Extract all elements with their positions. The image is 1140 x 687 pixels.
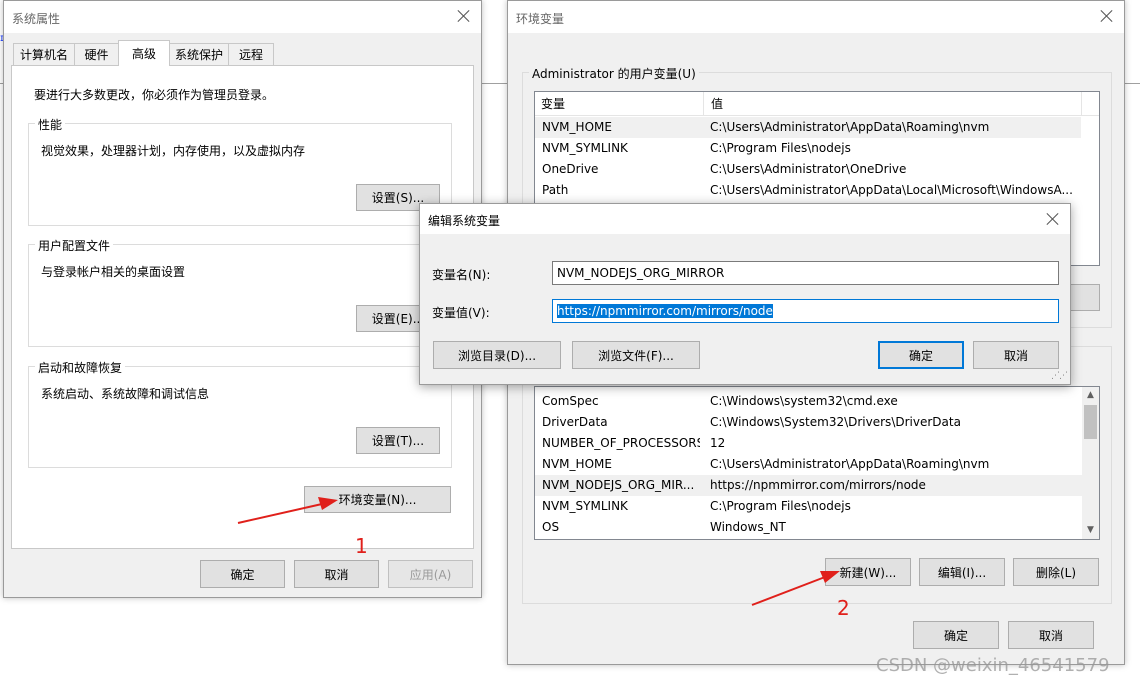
startup-recovery-group: 启动和故障恢复 系统启动、系统故障和调试信息 设置(T)...	[28, 359, 452, 468]
browse-file-button[interactable]: 浏览文件(F)...	[572, 341, 700, 369]
system-properties-title: 系统属性	[12, 12, 61, 26]
watermark: CSDN @weixin_46541579	[876, 655, 1110, 676]
system-new-button[interactable]: 新建(W)...	[825, 558, 911, 586]
column-divider	[703, 92, 704, 116]
edit-system-variable-dialog: 编辑系统变量 变量名(N): NVM_NODEJS_ORG_MIRROR 变量值…	[419, 203, 1071, 385]
system-variables-scrollbar[interactable]: ▲ ▼	[1082, 387, 1099, 539]
variable-name: NVM_SYMLINK	[542, 499, 628, 513]
variable-value: C:\Program Files\nodejs	[710, 141, 851, 155]
user-variable-row[interactable]: NVM_HOME C:\Users\Administrator\AppData\…	[535, 117, 1081, 138]
edit-dialog-titlebar[interactable]: 编辑系统变量	[420, 204, 1070, 234]
resize-grip-icon[interactable]: ⋰⋰	[1051, 371, 1068, 381]
variable-name: OS	[542, 520, 560, 534]
system-delete-button[interactable]: 删除(L)	[1013, 558, 1099, 586]
performance-desc: 视觉效果，处理器计划，内存使用，以及虚拟内存	[41, 144, 306, 158]
annotation-number-2: 2	[837, 596, 850, 620]
variable-name: NUMBER_OF_PROCESSORS	[542, 436, 700, 450]
variable-value: 12	[710, 436, 726, 450]
system-edit-button[interactable]: 编辑(I)...	[919, 558, 1005, 586]
variable-name: OneDrive	[542, 162, 599, 176]
environment-variables-title: 环境变量	[516, 12, 565, 26]
variable-name: Path	[542, 183, 569, 197]
tab-hardware[interactable]: 硬件	[74, 43, 119, 65]
tab-system-protection[interactable]: 系统保护	[169, 43, 229, 65]
variable-value-input[interactable]: https://npmmirror.com/mirrors/node	[552, 299, 1059, 323]
startup-recovery-desc: 系统启动、系统故障和调试信息	[41, 387, 210, 401]
system-variable-row[interactable]: NVM_HOME C:\Users\Administrator\AppData\…	[535, 454, 1084, 475]
system-variable-row[interactable]: ComSpec C:\Windows\system32\cmd.exe	[535, 391, 1084, 412]
user-profiles-label: 用户配置文件	[35, 237, 114, 254]
user-delete-button-partial[interactable]	[1068, 284, 1100, 311]
annotation-number-1: 1	[355, 534, 368, 558]
sysprops-apply-button[interactable]: 应用(A)	[388, 560, 473, 588]
user-variable-row[interactable]: NVM_SYMLINK C:\Program Files\nodejs	[535, 138, 1081, 159]
startup-recovery-label: 启动和故障恢复	[35, 359, 126, 376]
system-properties-titlebar[interactable]: 系统属性	[4, 1, 481, 33]
system-variable-row[interactable]: DriverData C:\Windows\System32\Drivers\D…	[535, 412, 1084, 433]
system-properties-window: 系统属性 计算机名 硬件 高级 系统保护 远程 要进行大多数更改，你必须作为管理…	[3, 0, 482, 598]
variable-name: ComSpec	[542, 394, 599, 408]
close-icon[interactable]	[1100, 9, 1114, 23]
system-variables-list[interactable]: ComSpec C:\Windows\system32\cmd.exe Driv…	[534, 386, 1100, 540]
variable-value-selected-text: https://npmmirror.com/mirrors/node	[557, 304, 773, 318]
tab-remote[interactable]: 远程	[228, 43, 274, 65]
performance-label: 性能	[35, 116, 66, 133]
variable-value-label: 变量值(V):	[432, 306, 490, 320]
variable-value: C:\Users\Administrator\AppData\Local\Mic…	[710, 183, 1073, 197]
variable-value: C:\Windows\system32\cmd.exe	[710, 394, 898, 408]
variable-name: DriverData	[542, 415, 608, 429]
environment-variables-button[interactable]: 环境变量(N)...	[304, 486, 451, 513]
scroll-up-icon[interactable]: ▲	[1082, 387, 1099, 404]
user-variables-header: 变量 值	[535, 92, 1099, 116]
column-divider	[1081, 92, 1082, 116]
browse-directory-button[interactable]: 浏览目录(D)...	[433, 341, 561, 369]
scroll-down-icon[interactable]: ▼	[1082, 522, 1099, 539]
envvars-ok-button[interactable]: 确定	[913, 621, 999, 649]
variable-value: C:\Users\Administrator\AppData\Roaming\n…	[710, 457, 990, 471]
environment-variables-titlebar[interactable]: 环境变量	[508, 1, 1124, 33]
variable-name: NVM_HOME	[542, 120, 612, 134]
tab-advanced[interactable]: 高级	[118, 40, 170, 66]
variable-name-input[interactable]: NVM_NODEJS_ORG_MIRROR	[552, 261, 1059, 285]
variable-value: C:\Program Files\nodejs	[710, 499, 851, 513]
variable-value: Windows_NT	[710, 520, 786, 534]
admin-notice: 要进行大多数更改，你必须作为管理员登录。	[34, 88, 275, 102]
advanced-tab-panel: 要进行大多数更改，你必须作为管理员登录。 性能 视觉效果，处理器计划，内存使用，…	[11, 65, 474, 549]
startup-recovery-settings-button[interactable]: 设置(T)...	[356, 427, 440, 454]
variable-value: C:\Users\Administrator\OneDrive	[710, 162, 907, 176]
system-variable-row[interactable]: OS Windows_NT	[535, 517, 1084, 538]
close-icon[interactable]	[1046, 212, 1060, 226]
user-profiles-desc: 与登录帐户相关的桌面设置	[41, 265, 186, 279]
user-variables-label: Administrator 的用户变量(U)	[529, 65, 699, 82]
user-variable-row[interactable]: Path C:\Users\Administrator\AppData\Loca…	[535, 180, 1081, 201]
system-variable-row-selected[interactable]: NVM_NODEJS_ORG_MIR... https://npmmirror.…	[535, 475, 1084, 496]
system-variable-row[interactable]: NVM_SYMLINK C:\Program Files\nodejs	[535, 496, 1084, 517]
variable-name-label: 变量名(N):	[432, 268, 491, 282]
user-profiles-group: 用户配置文件 与登录帐户相关的桌面设置 设置(E)...	[28, 237, 452, 347]
column-value-header[interactable]: 值	[705, 92, 723, 116]
performance-group: 性能 视觉效果，处理器计划，内存使用，以及虚拟内存 设置(S)...	[28, 116, 452, 226]
edit-ok-button[interactable]: 确定	[878, 341, 964, 369]
column-variable-header[interactable]: 变量	[535, 92, 565, 116]
user-variable-row[interactable]: OneDrive C:\Users\Administrator\OneDrive	[535, 159, 1081, 180]
envvars-cancel-button[interactable]: 取消	[1008, 621, 1094, 649]
variable-name: NVM_SYMLINK	[542, 141, 628, 155]
variable-value: C:\Users\Administrator\AppData\Roaming\n…	[710, 120, 990, 134]
variable-value: C:\Windows\System32\Drivers\DriverData	[710, 415, 961, 429]
edit-dialog-title: 编辑系统变量	[428, 214, 501, 228]
sysprops-cancel-button[interactable]: 取消	[294, 560, 379, 588]
variable-value: https://npmmirror.com/mirrors/node	[710, 478, 926, 492]
system-variable-row[interactable]: NUMBER_OF_PROCESSORS 12	[535, 433, 1084, 454]
sysprops-ok-button[interactable]: 确定	[200, 560, 285, 588]
close-icon[interactable]	[457, 9, 471, 23]
tab-computer-name[interactable]: 计算机名	[13, 43, 75, 65]
variable-name: NVM_NODEJS_ORG_MIR...	[542, 478, 695, 492]
scrollbar-thumb[interactable]	[1084, 405, 1097, 439]
variable-name: NVM_HOME	[542, 457, 612, 471]
edit-cancel-button[interactable]: 取消	[973, 341, 1059, 369]
